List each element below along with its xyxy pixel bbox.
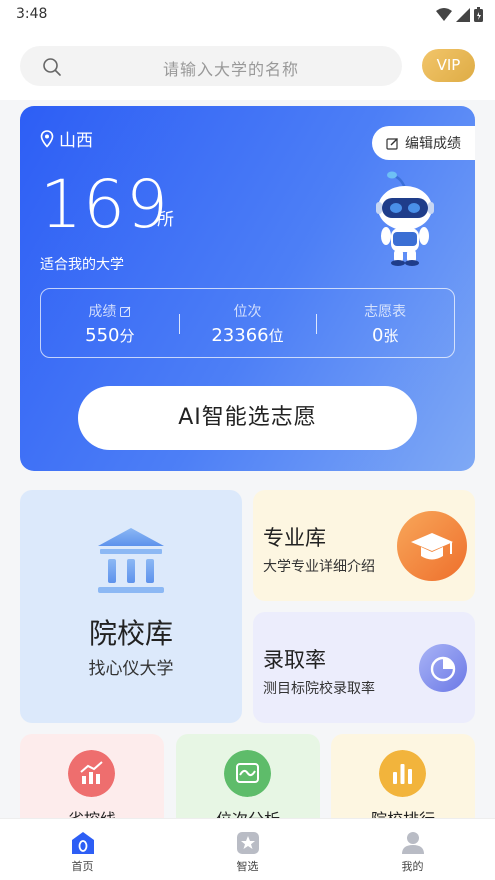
university-library-card[interactable]: 院校库 找心仪大学 [20,490,242,723]
stat-rank-value: 23366 [211,325,269,346]
star-icon [236,832,259,854]
score-summary-card: 山西 编辑成绩 169 所 适合我的大学 成绩 550分 位次 23366位 志… [20,106,475,471]
bar-chart-icon [379,750,426,797]
stat-forms-label: 志愿表 [364,304,407,320]
rank-analysis-icon [224,750,271,797]
home-icon [71,832,94,854]
stat-score-label: 成绩 [88,304,117,320]
status-icons [436,7,483,22]
admission-rate-card[interactable]: 录取率 测目标院校录取率 [253,612,475,723]
university-building-icon [98,528,164,593]
tab-home[interactable]: 首页 [0,819,165,880]
province-label: 山西 [59,131,93,151]
bottom-tab-bar: 首页 智选 我的 [0,818,495,880]
edit-score-button[interactable]: 编辑成绩 [372,126,475,160]
tab-smart-select[interactable]: 智选 [165,819,330,880]
stat-score-unit: 分 [119,327,135,345]
major-library-subtitle: 大学专业详细介绍 [263,559,375,575]
stat-score[interactable]: 成绩 550分 [41,289,179,357]
admission-rate-title: 录取率 [263,648,326,672]
stat-rank-label: 位次 [233,304,262,320]
location-pin-icon [40,129,54,148]
graduation-cap-icon [397,511,467,581]
university-count: 169 [40,166,169,243]
header: 请输入大学的名称 VIP [0,30,495,100]
stat-rank-unit: 位 [268,327,284,345]
stats-panel: 成绩 550分 位次 23366位 志愿表 0张 [40,288,455,358]
stat-rank[interactable]: 位次 23366位 [178,289,317,357]
province-selector[interactable]: 山西 [40,126,93,151]
stat-score-value: 550 [85,325,120,346]
tab-profile-label: 我的 [401,860,424,873]
admission-rate-subtitle: 测目标院校录取率 [263,681,375,697]
major-library-card[interactable]: 专业库 大学专业详细介绍 [253,490,475,601]
university-library-subtitle: 找心仪大学 [88,659,174,679]
search-placeholder: 请输入大学的名称 [162,60,299,79]
pie-chart-icon [419,644,467,692]
signal-icon [456,7,470,22]
university-count-caption: 适合我的大学 [40,257,124,273]
ai-select-button[interactable]: AI智能选志愿 [78,386,417,450]
stat-forms-value: 0 [371,325,384,346]
stat-application-forms[interactable]: 志愿表 0张 [316,289,454,357]
battery-icon [474,7,483,22]
edit-score-label: 编辑成绩 [405,136,461,152]
tab-smart-select-label: 智选 [236,860,259,873]
university-library-title: 院校库 [88,617,173,650]
status-time: 3:48 [16,6,48,22]
university-count-unit: 所 [157,210,174,230]
tab-profile[interactable]: 我的 [330,819,495,880]
status-bar: 3:48 [0,0,495,30]
trend-chart-icon [68,750,115,797]
wifi-icon [436,7,452,21]
person-icon [401,832,424,854]
tab-home-label: 首页 [71,860,94,873]
major-library-title: 专业库 [263,526,326,550]
edit-icon [120,306,131,317]
edit-icon [386,137,398,150]
search-input[interactable]: 请输入大学的名称 [20,46,402,86]
robot-mascot-icon [376,171,434,266]
stat-forms-unit: 张 [383,327,399,345]
vip-button[interactable]: VIP [422,49,475,82]
